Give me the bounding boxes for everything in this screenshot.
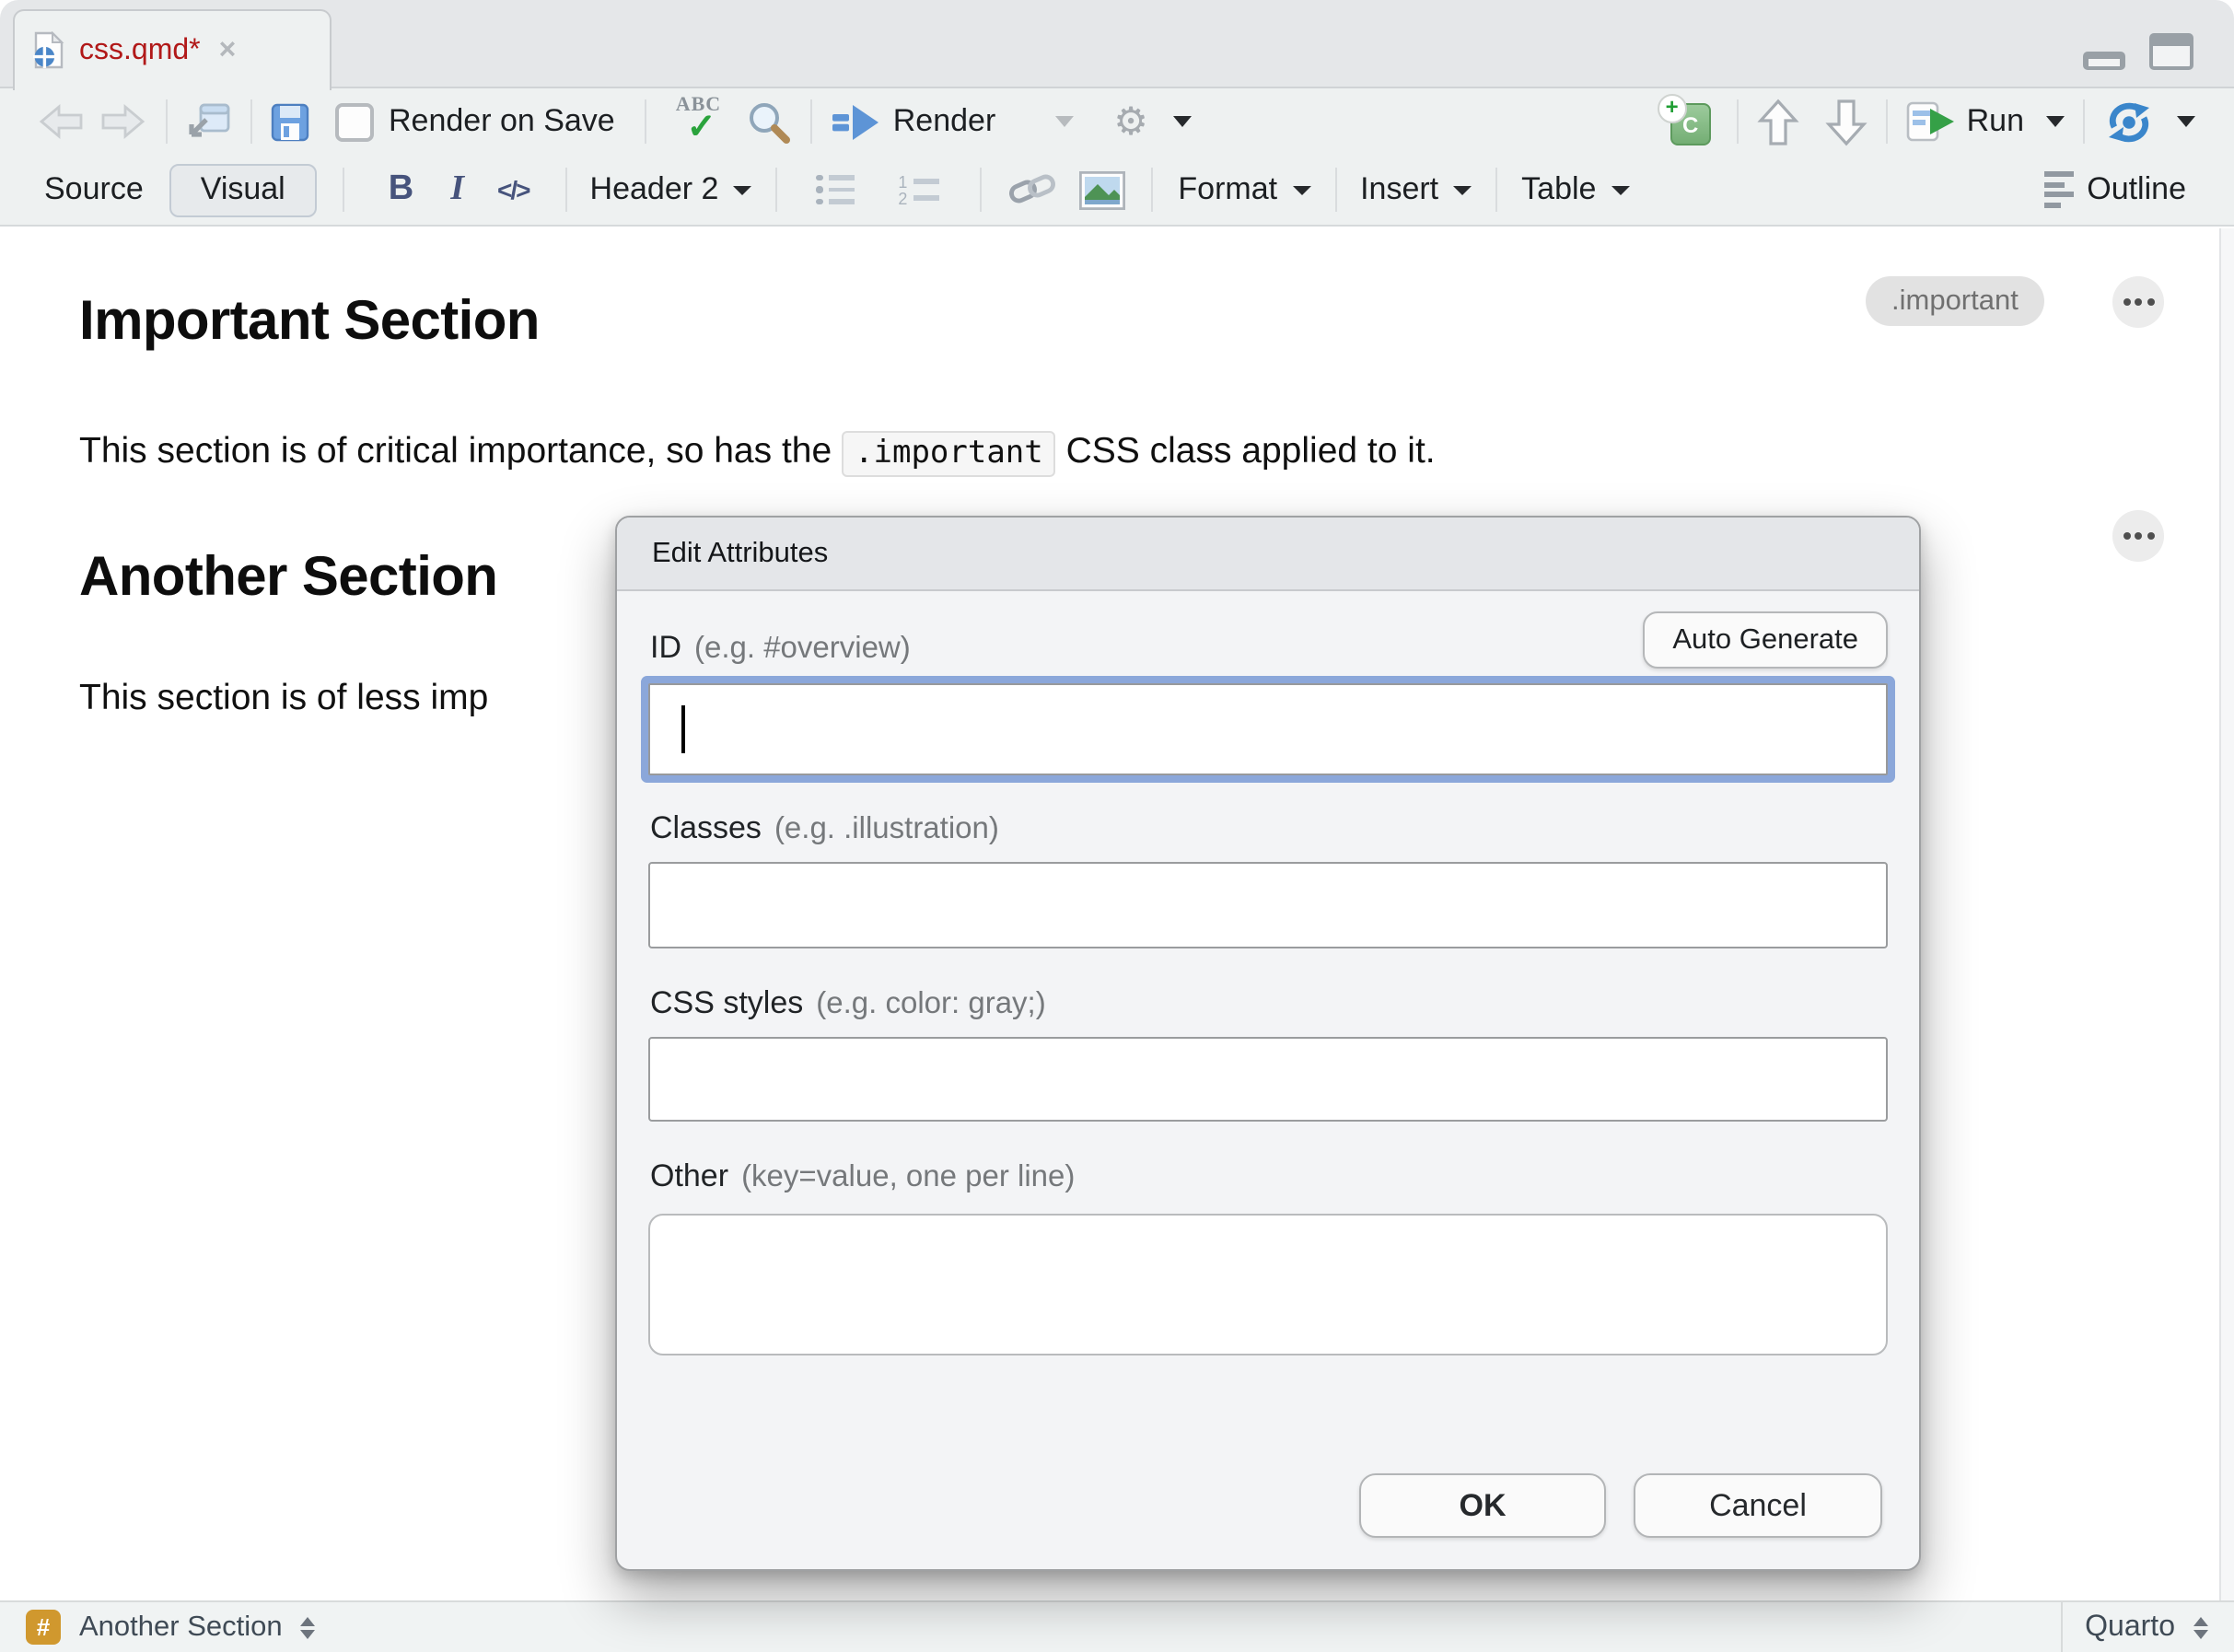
cancel-button[interactable]: Cancel — [1634, 1473, 1882, 1538]
maximize-pane-icon[interactable] — [2149, 33, 2193, 70]
source-document-icon[interactable] — [2103, 100, 2155, 143]
save-icon[interactable] — [271, 102, 309, 141]
insert-caret-icon[interactable] — [1453, 185, 1472, 194]
visual-mode-button[interactable]: Visual — [169, 163, 317, 216]
outline-toggle[interactable]: Outline — [2087, 171, 2186, 208]
paragraph-2[interactable]: This section is of less imp — [79, 678, 488, 720]
gear-icon[interactable]: ⚙ — [1113, 102, 1148, 141]
mode-selector[interactable]: Quarto — [2063, 1611, 2234, 1644]
render-options-caret-icon[interactable] — [1054, 116, 1073, 127]
quarto-file-icon — [33, 31, 64, 70]
mode-label: Quarto — [2085, 1611, 2175, 1644]
code-button[interactable]: </> — [497, 175, 529, 204]
bullet-list-icon[interactable] — [816, 175, 854, 205]
render-on-save-label: Render on Save — [389, 103, 615, 140]
header-caret-icon[interactable] — [733, 185, 751, 194]
classes-label: Classes(e.g. .illustration) — [650, 810, 999, 847]
paragraph-1[interactable]: This section is of critical importance, … — [79, 431, 1436, 473]
section-hash-icon: # — [26, 1610, 61, 1645]
editor-tab-bar: css.qmd* × — [0, 0, 2234, 88]
visual-editor-toolbar: Source Visual B I </> Header 2 1 2 — [0, 155, 2234, 227]
link-icon[interactable] — [1006, 171, 1056, 208]
section-selector-arrows-icon[interactable] — [301, 1616, 316, 1638]
run-icon[interactable] — [1906, 101, 1956, 142]
bold-button[interactable]: B — [389, 169, 413, 210]
block-options-icon[interactable] — [2112, 510, 2164, 562]
source-options-caret-icon[interactable] — [2177, 116, 2195, 127]
tab-close-icon[interactable]: × — [219, 34, 237, 67]
main-toolbar: Render on Save ABC ✓ Render ⚙ C + — [0, 88, 2234, 155]
pane-controls — [2083, 29, 2193, 70]
run-options-caret-icon[interactable] — [2046, 116, 2065, 127]
css-styles-input[interactable] — [648, 1037, 1888, 1122]
image-icon[interactable] — [1078, 170, 1124, 209]
show-in-new-window-icon[interactable] — [186, 101, 232, 142]
class-badge[interactable]: .important — [1866, 276, 2044, 326]
id-input[interactable] — [648, 683, 1888, 775]
format-caret-icon[interactable] — [1292, 185, 1310, 194]
scrollbar-gutter[interactable] — [2219, 228, 2234, 1600]
other-textarea[interactable] — [648, 1214, 1888, 1355]
dialog-title: Edit Attributes — [617, 518, 1919, 591]
mode-selector-arrows-icon — [2193, 1616, 2208, 1638]
other-label: Other(key=value, one per line) — [650, 1158, 1075, 1195]
go-previous-section-icon[interactable] — [1757, 97, 1799, 146]
outline-icon — [2044, 172, 2074, 208]
current-section-selector[interactable]: Another Section — [79, 1611, 283, 1644]
format-menu[interactable]: Format — [1178, 171, 1277, 208]
inline-code: .important — [842, 431, 1056, 477]
italic-button[interactable]: I — [450, 169, 464, 210]
minimize-pane-icon[interactable] — [2083, 52, 2125, 70]
table-caret-icon[interactable] — [1611, 185, 1629, 194]
edit-attributes-dialog: Edit Attributes ID(e.g. #overview) Auto … — [615, 516, 1921, 1571]
table-menu[interactable]: Table — [1521, 171, 1596, 208]
editor-status-bar: # Another Section Quarto — [0, 1600, 2234, 1652]
run-button[interactable]: Run — [1967, 103, 2024, 140]
render-icon[interactable] — [831, 102, 880, 141]
insert-chunk-icon[interactable]: C + — [1659, 98, 1711, 145]
insert-menu[interactable]: Insert — [1360, 171, 1438, 208]
paragraph-style-dropdown[interactable]: Header 2 — [590, 171, 719, 208]
ok-button[interactable]: OK — [1359, 1473, 1606, 1538]
source-mode-button[interactable]: Source — [44, 171, 144, 208]
heading-important-section[interactable]: Important Section — [79, 291, 540, 354]
go-next-section-icon[interactable] — [1825, 97, 1867, 146]
gear-caret-icon[interactable] — [1174, 116, 1193, 127]
css-styles-label: CSS styles(e.g. color: gray;) — [650, 985, 1046, 1022]
classes-input[interactable] — [648, 862, 1888, 948]
auto-generate-button[interactable]: Auto Generate — [1643, 611, 1888, 669]
id-label: ID(e.g. #overview) — [650, 630, 911, 667]
heading-another-section[interactable]: Another Section — [79, 547, 497, 610]
spellcheck-icon[interactable]: ABC ✓ — [676, 96, 735, 147]
back-arrow-icon[interactable] — [37, 101, 87, 142]
numbered-list-icon[interactable]: 1 2 — [898, 176, 938, 204]
tab-css-qmd[interactable]: css.qmd* × — [13, 9, 332, 90]
render-on-save-checkbox[interactable] — [335, 102, 374, 141]
text-caret — [681, 705, 685, 753]
forward-arrow-icon[interactable] — [98, 101, 147, 142]
render-button[interactable]: Render — [893, 103, 996, 140]
rstudio-source-pane: css.qmd* × — [0, 0, 2234, 1652]
block-options-icon[interactable] — [2112, 276, 2164, 328]
tab-title: css.qmd* — [79, 34, 201, 67]
search-icon[interactable] — [746, 99, 792, 145]
